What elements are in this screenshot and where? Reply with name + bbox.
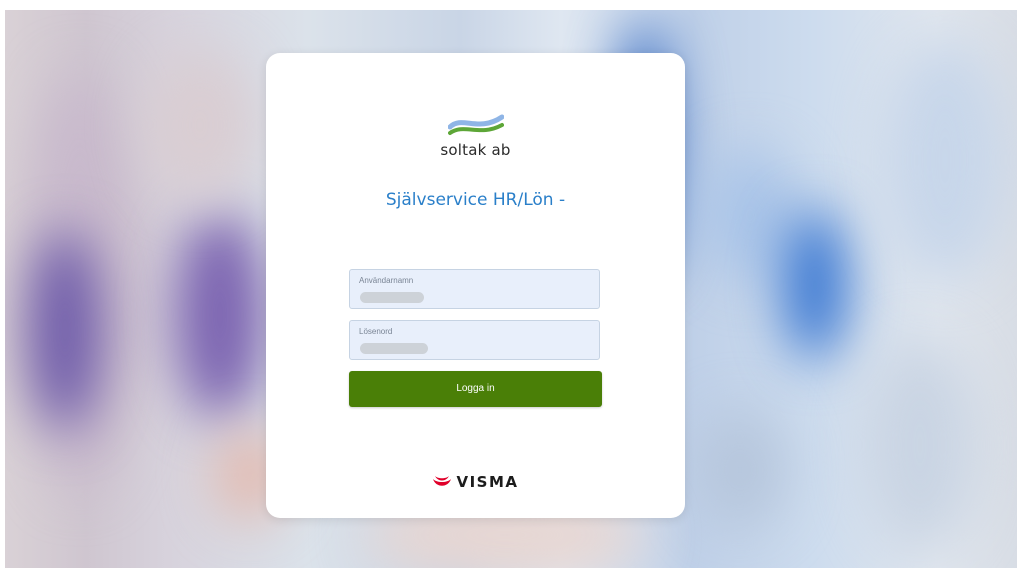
wave-logo-icon — [447, 114, 504, 135]
visma-logo: VISMA — [266, 470, 685, 494]
page-title: Självservice HR/Lön - — [385, 190, 566, 210]
visma-swoosh-icon — [433, 476, 452, 486]
username-field[interactable]: Användarnamn — [349, 269, 600, 309]
username-value-redacted — [360, 292, 424, 303]
password-field[interactable]: Lösenord — [349, 320, 600, 360]
password-label: Lösenord — [359, 327, 393, 336]
login-page: soltak ab Självservice HR/Lön - Användar… — [0, 0, 1022, 568]
visma-wordmark: VISMA — [456, 473, 519, 491]
username-label: Användarnamn — [359, 276, 414, 285]
password-value-redacted — [360, 343, 428, 354]
company-logo: soltak ab — [266, 111, 685, 159]
company-name: soltak ab — [440, 141, 511, 159]
login-button[interactable]: Logga in — [349, 371, 602, 407]
login-card: soltak ab Självservice HR/Lön - Användar… — [266, 53, 685, 518]
